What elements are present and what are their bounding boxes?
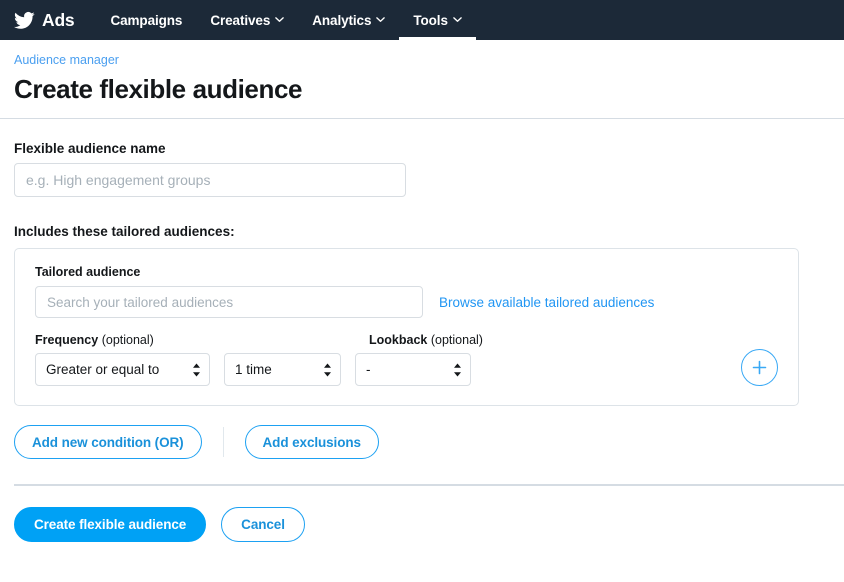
lookback-select[interactable]: - [355,353,471,386]
nav-items: Campaigns Creatives Analytics Tools [96,0,475,40]
nav-item-creatives[interactable]: Creatives [196,0,298,40]
page-header: Audience manager Create flexible audienc… [0,40,844,119]
includes-audiences-label: Includes these tailored audiences: [14,224,830,239]
breadcrumb[interactable]: Audience manager [14,52,119,68]
tailored-audience-label: Tailored audience [35,265,780,279]
frequency-optional-text: (optional) [102,333,154,347]
chevron-down-icon [275,15,284,24]
frequency-label: Frequency (optional) [35,333,369,347]
condition-card: Tailored audience Browse available tailo… [14,248,799,406]
actions-divider [223,427,224,457]
add-condition-row-button[interactable] [741,349,778,386]
chevron-down-icon [376,15,385,24]
brand-logo[interactable]: Ads [14,0,96,40]
lookback-wrap: - [355,353,471,386]
frequency-lookback-labels: Frequency (optional) Lookback (optional) [35,333,780,347]
frequency-count-wrap: 1 time [224,353,341,386]
frequency-label-text: Frequency [35,333,98,347]
brand-text: Ads [42,10,74,31]
cancel-button[interactable]: Cancel [221,507,305,542]
page-title: Create flexible audience [14,73,830,105]
condition-select-row: Greater or equal to 1 time - [35,353,780,386]
frequency-operator-wrap: Greater or equal to [35,353,210,386]
add-new-condition-button[interactable]: Add new condition (OR) [14,425,202,459]
lookback-optional-text: (optional) [431,333,483,347]
nav-item-campaigns[interactable]: Campaigns [96,0,196,40]
create-flexible-audience-button[interactable]: Create flexible audience [14,507,206,542]
condition-actions: Add new condition (OR) Add exclusions [14,425,830,459]
nav-item-label: Creatives [210,13,270,28]
nav-item-label: Analytics [312,13,371,28]
lookback-label-text: Lookback [369,333,427,347]
tailored-audience-search-row: Browse available tailored audiences [35,286,780,318]
lookback-label: Lookback (optional) [369,333,483,347]
nav-item-tools[interactable]: Tools [399,0,476,40]
browse-audiences-link[interactable]: Browse available tailored audiences [439,295,654,310]
nav-item-label: Tools [413,13,448,28]
footer-actions: Create flexible audience Cancel [14,484,844,542]
add-exclusions-button[interactable]: Add exclusions [245,425,379,459]
plus-icon [752,360,767,375]
twitter-bird-icon [14,10,35,31]
form-body: Flexible audience name Includes these ta… [0,141,844,459]
nav-item-analytics[interactable]: Analytics [298,0,399,40]
nav-item-label: Campaigns [110,13,182,28]
tailored-audience-search-input[interactable] [35,286,423,318]
top-navigation-bar: Ads Campaigns Creatives Analytics Tools [0,0,844,40]
frequency-operator-select[interactable]: Greater or equal to [35,353,210,386]
frequency-count-select[interactable]: 1 time [224,353,341,386]
audience-name-input[interactable] [14,163,406,197]
audience-name-label: Flexible audience name [14,141,830,156]
chevron-down-icon [453,15,462,24]
